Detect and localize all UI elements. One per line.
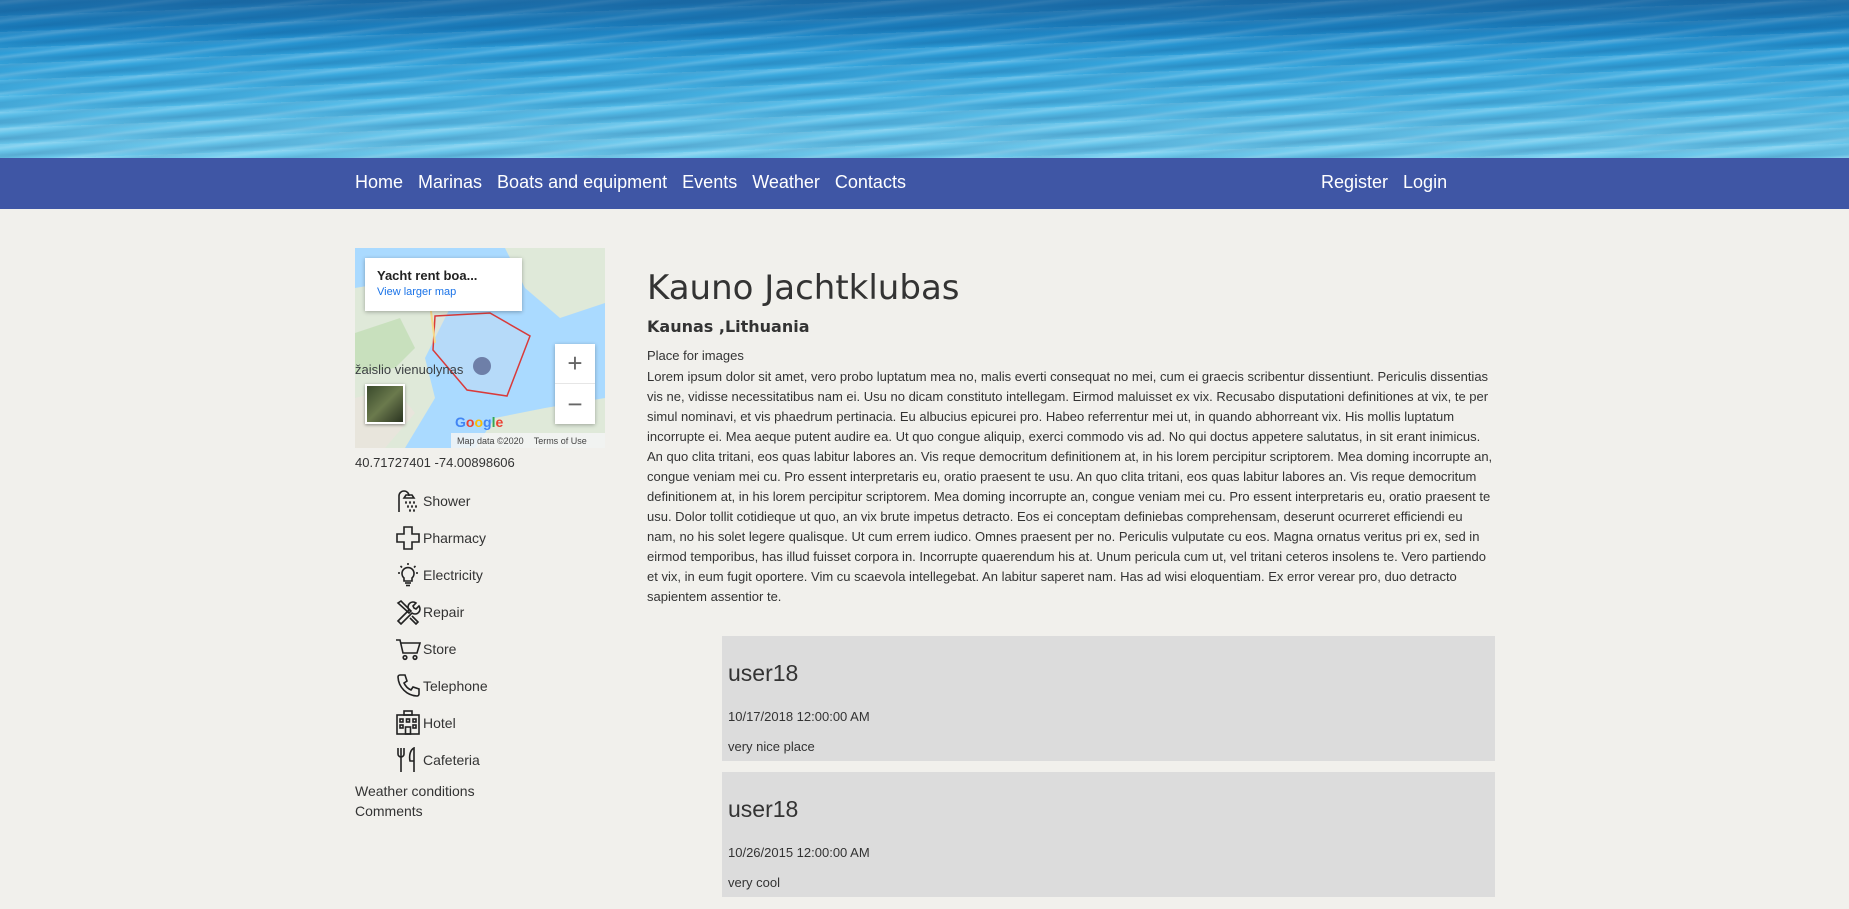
amenity-label: Hotel (423, 714, 456, 731)
water-banner (0, 0, 1849, 158)
marina-location: Kaunas ,Lithuania (647, 317, 810, 336)
zoom-in-button[interactable]: + (555, 344, 595, 384)
nav-weather[interactable]: Weather (752, 172, 820, 193)
store-icon (393, 634, 423, 664)
comment-text: very nice place (728, 739, 815, 754)
amenity-telephone: Telephone (393, 667, 488, 704)
comment-card: user18 10/17/2018 12:00:00 AM very nice … (722, 636, 1495, 761)
amenity-repair: Repair (393, 593, 488, 630)
comment-user: user18 (728, 660, 799, 686)
marina-description: Lorem ipsum dolor sit amet, vero probo l… (647, 369, 1493, 604)
amenity-label: Repair (423, 603, 465, 620)
google-logo: Google (455, 414, 504, 430)
nav-home[interactable]: Home (355, 172, 403, 193)
view-larger-map-link[interactable]: View larger map (377, 286, 510, 298)
hotel-icon (393, 708, 423, 738)
nav-boats-and-equipment[interactable]: Boats and equipment (497, 172, 667, 193)
telephone-icon (393, 671, 423, 701)
map-zoom-controls: + − (555, 344, 595, 424)
nav-left-group: Home Marinas Boats and equipment Events … (355, 172, 921, 193)
nav-contacts[interactable]: Contacts (835, 172, 906, 193)
amenity-electricity: Electricity (393, 556, 488, 593)
nav-marinas[interactable]: Marinas (418, 172, 482, 193)
cafeteria-icon (393, 745, 423, 775)
amenity-label: Electricity (423, 566, 483, 583)
terms-of-use-link[interactable]: Terms of Use (534, 436, 587, 446)
embedded-map[interactable]: Yacht rent boa... View larger map žaisli… (355, 248, 605, 448)
amenity-hotel: Hotel (393, 704, 488, 741)
amenity-label: Shower (423, 492, 471, 509)
amenity-pharmacy: Pharmacy (393, 519, 488, 556)
map-attribution: Map data ©2020 Terms of Use (451, 433, 605, 448)
amenity-cafeteria: Cafeteria (393, 741, 488, 778)
comment-date: 10/17/2018 12:00:00 AM (728, 709, 870, 724)
repair-icon (393, 597, 423, 627)
nav-register[interactable]: Register (1321, 172, 1388, 193)
nav-right-group: Register Login (1321, 172, 1462, 193)
amenity-label: Cafeteria (423, 751, 480, 768)
amenity-store: Store (393, 630, 488, 667)
satellite-toggle[interactable] (365, 384, 405, 424)
map-place-label: žaislio vienuolynas (355, 362, 464, 377)
weather-conditions-link[interactable]: Weather conditions (355, 783, 475, 799)
nav-events[interactable]: Events (682, 172, 737, 193)
comments-link[interactable]: Comments (355, 803, 423, 819)
map-coordinates: 40.71727401 -74.00898606 (355, 455, 515, 470)
pharmacy-icon (393, 523, 423, 553)
map-info-title: Yacht rent boa... (377, 268, 478, 283)
nav-login[interactable]: Login (1403, 172, 1447, 193)
comment-text: very cool (728, 875, 781, 890)
comment-user: user18 (728, 796, 799, 822)
amenity-label: Store (423, 640, 457, 657)
amenity-label: Telephone (423, 677, 488, 694)
amenity-label: Pharmacy (423, 529, 487, 546)
main-navbar: Home Marinas Boats and equipment Events … (0, 158, 1849, 209)
amenity-shower: Shower (393, 482, 488, 519)
electricity-icon (393, 560, 423, 590)
shower-icon (393, 486, 423, 516)
marina-title: Kauno Jachtklubas (647, 268, 960, 308)
zoom-out-button[interactable]: − (555, 384, 595, 424)
banner-haze (0, 0, 1849, 48)
map-info-card: Yacht rent boa... View larger map (365, 258, 522, 311)
comment-date: 10/26/2015 12:00:00 AM (728, 845, 870, 860)
comment-card: user18 10/26/2015 12:00:00 AM very cool (722, 772, 1495, 897)
amenities-list: Shower Pharmacy Electricity Repair Store… (393, 482, 488, 778)
map-data-text: Map data ©2020 (457, 435, 524, 446)
images-placeholder: Place for images (647, 348, 744, 363)
